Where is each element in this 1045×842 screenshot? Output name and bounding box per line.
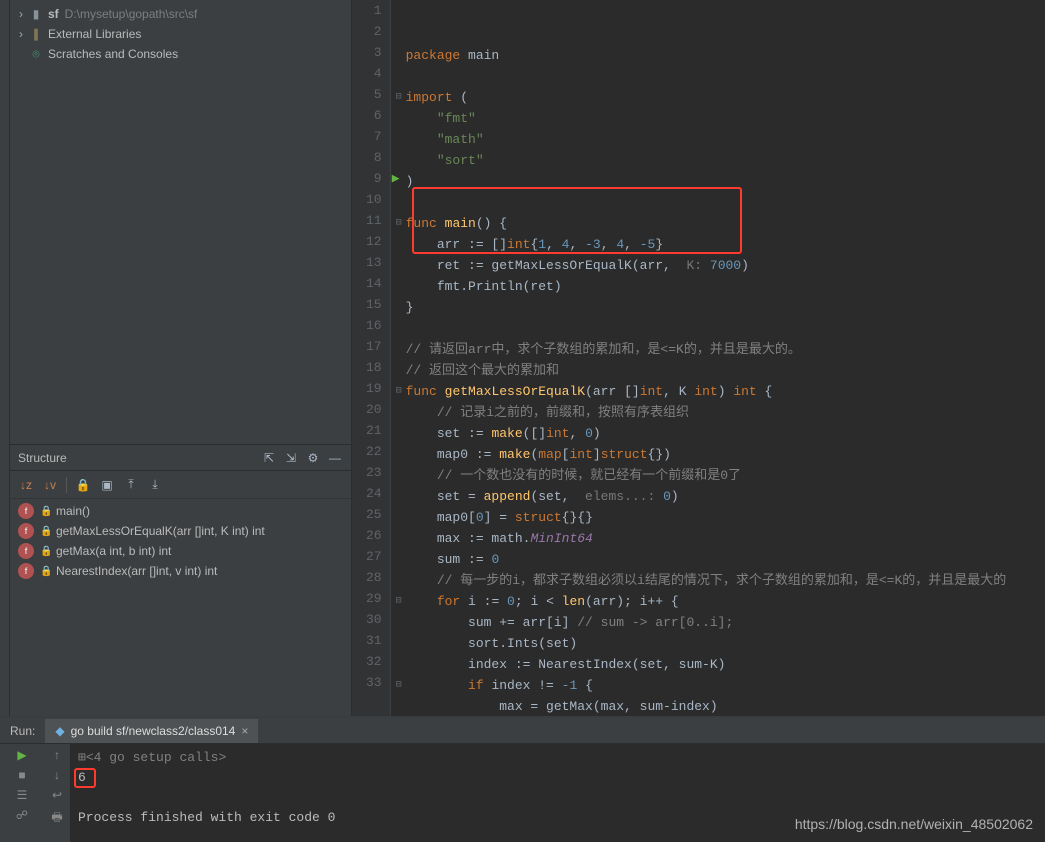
- code-line[interactable]: set := make([]int, 0): [406, 423, 1045, 444]
- code-line[interactable]: "sort": [406, 150, 1045, 171]
- fold-icon[interactable]: ⊟: [396, 675, 402, 696]
- library-icon: ∥: [28, 26, 44, 42]
- lock-icon: 🔒: [40, 506, 50, 517]
- chevron-right-icon[interactable]: ›: [14, 27, 28, 41]
- soft-wrap-icon[interactable]: ↩: [52, 788, 62, 802]
- tree-root-path: D:\mysetup\gopath\src\sf: [65, 7, 198, 21]
- code-line[interactable]: // 返回这个最大的累加和: [406, 360, 1045, 381]
- code-editor[interactable]: 12345678▶9101112131415161718192021222324…: [352, 0, 1045, 716]
- attach-icon[interactable]: ☍: [16, 808, 28, 822]
- function-icon: f: [18, 503, 34, 519]
- print-icon[interactable]: 🖶: [51, 808, 62, 829]
- code-line[interactable]: }: [406, 297, 1045, 318]
- code-line[interactable]: arr := []int{1, 4, -3, 4, -5}: [406, 234, 1045, 255]
- code-line[interactable]: [406, 66, 1045, 87]
- code-line[interactable]: "math": [406, 129, 1045, 150]
- folder-icon: ▮: [28, 6, 44, 22]
- code-line[interactable]: sort.Ints(set): [406, 633, 1045, 654]
- code-line[interactable]: ): [406, 171, 1045, 192]
- code-line[interactable]: ⊟import (: [406, 87, 1045, 108]
- code-line[interactable]: // 每一步的i，都求子数组必须以i结尾的情况下，求个子数组的累加和，是<=K的…: [406, 570, 1045, 591]
- run-label: Run:: [0, 724, 45, 738]
- fields-icon[interactable]: ▣: [99, 477, 115, 493]
- sort-alpha-icon[interactable]: ↓z: [18, 477, 34, 493]
- code-line[interactable]: max = getMax(max, sum-index): [406, 696, 1045, 716]
- go-file-icon: ◆: [55, 724, 64, 738]
- expand-icon[interactable]: ⇱: [261, 450, 277, 466]
- code-line[interactable]: ⊟ if index != -1 {: [406, 675, 1045, 696]
- fold-icon[interactable]: ⊟: [396, 213, 402, 234]
- code-line[interactable]: // 一个数也没有的时候，就已经有一个前缀和是0了: [406, 465, 1045, 486]
- code-line[interactable]: ⊟ for i := 0; i < len(arr); i++ {: [406, 591, 1045, 612]
- stop-icon[interactable]: ■: [18, 768, 25, 782]
- code-line[interactable]: ⊟func main() {: [406, 213, 1045, 234]
- code-line[interactable]: sum += arr[i] // sum -> arr[0..i];: [406, 612, 1045, 633]
- gear-icon[interactable]: ⚙: [305, 450, 321, 466]
- sort-visibility-icon[interactable]: ↓v: [42, 477, 58, 493]
- code-line[interactable]: [406, 192, 1045, 213]
- code-line[interactable]: ret := getMaxLessOrEqualK(arr, K: 7000): [406, 255, 1045, 276]
- tree-external-libs[interactable]: › ∥ External Libraries: [10, 24, 351, 44]
- code-line[interactable]: sum := 0: [406, 549, 1045, 570]
- structure-item[interactable]: f 🔒 getMaxLessOrEqualK(arr []int, K int) i…: [10, 521, 351, 541]
- minimize-icon[interactable]: —: [327, 450, 343, 466]
- code-line[interactable]: [406, 318, 1045, 339]
- lock-icon: 🔒: [40, 546, 50, 557]
- close-icon[interactable]: ×: [241, 724, 248, 738]
- structure-item-label: NearestIndex(arr []int, v int) int: [56, 564, 217, 578]
- tree-root[interactable]: › ▮ sf D:\mysetup\gopath\src\sf: [10, 4, 351, 24]
- structure-item-label: getMaxLessOrEqualK(arr []int, K int) int: [56, 524, 265, 538]
- code-line[interactable]: map0[0] = struct{}{}: [406, 507, 1045, 528]
- layout-icon[interactable]: ☰: [17, 788, 28, 802]
- tree-root-label: sf: [48, 7, 59, 21]
- watermark: https://blog.csdn.net/weixin_48502062: [795, 816, 1033, 832]
- scratch-icon: ⌾: [28, 46, 44, 62]
- code-line[interactable]: index := NearestIndex(set, sum-K): [406, 654, 1045, 675]
- console-result: 6: [78, 770, 86, 785]
- rerun-icon[interactable]: ▶: [17, 748, 26, 762]
- code-line[interactable]: package main: [406, 45, 1045, 66]
- down-icon[interactable]: ↓: [54, 768, 60, 782]
- code-line[interactable]: // 请返回arr中，求个子数组的累加和，是<=K的，并且是最大的。: [406, 339, 1045, 360]
- structure-item[interactable]: f 🔒 getMax(a int, b int) int: [10, 541, 351, 561]
- structure-title: Structure: [18, 451, 67, 465]
- function-icon: f: [18, 563, 34, 579]
- code-line[interactable]: // 记录i之前的，前缀和，按照有序表组织: [406, 402, 1045, 423]
- structure-item-label: main(): [56, 504, 90, 518]
- run-tab[interactable]: ◆ go build sf/newclass2/class014 ×: [45, 719, 258, 743]
- lock-icon: 🔒: [40, 526, 50, 537]
- run-tab-label: go build sf/newclass2/class014: [71, 724, 236, 738]
- structure-item[interactable]: f 🔒 NearestIndex(arr []int, v int) int: [10, 561, 351, 581]
- autoscroll-to-icon[interactable]: ⤒: [123, 477, 139, 493]
- code-line[interactable]: map0 := make(map[int]struct{}): [406, 444, 1045, 465]
- fold-icon[interactable]: ⊟: [396, 87, 402, 108]
- lock-icon[interactable]: 🔒: [75, 477, 91, 493]
- code-line[interactable]: ⊟func getMaxLessOrEqualK(arr []int, K in…: [406, 381, 1045, 402]
- structure-item-label: getMax(a int, b int) int: [56, 544, 171, 558]
- console-setup: <4 go setup calls>: [86, 750, 226, 765]
- structure-item[interactable]: f 🔒 main(): [10, 501, 351, 521]
- fold-icon[interactable]: ⊟: [396, 381, 402, 402]
- project-tree[interactable]: › ▮ sf D:\mysetup\gopath\src\sf › ∥ Exte…: [10, 0, 351, 444]
- function-icon: f: [18, 523, 34, 539]
- code-line[interactable]: "fmt": [406, 108, 1045, 129]
- code-line[interactable]: set = append(set, elems...: 0): [406, 486, 1045, 507]
- lock-icon: 🔒: [40, 566, 50, 577]
- tree-label: Scratches and Consoles: [48, 47, 178, 61]
- structure-panel: Structure ⇱ ⇲ ⚙ — ↓z ↓v 🔒 ▣ ⤒ ⤓ f 🔒 main()…: [10, 444, 351, 716]
- tree-scratches[interactable]: ⌾ Scratches and Consoles: [10, 44, 351, 64]
- code-line[interactable]: fmt.Println(ret): [406, 276, 1045, 297]
- tree-label: External Libraries: [48, 27, 141, 41]
- up-icon[interactable]: ↑: [54, 748, 60, 762]
- code-line[interactable]: max := math.MinInt64: [406, 528, 1045, 549]
- autoscroll-from-icon[interactable]: ⤓: [147, 477, 163, 493]
- collapse-icon[interactable]: ⇲: [283, 450, 299, 466]
- chevron-right-icon[interactable]: ›: [14, 7, 28, 21]
- function-icon: f: [18, 543, 34, 559]
- fold-icon[interactable]: ⊟: [396, 591, 402, 612]
